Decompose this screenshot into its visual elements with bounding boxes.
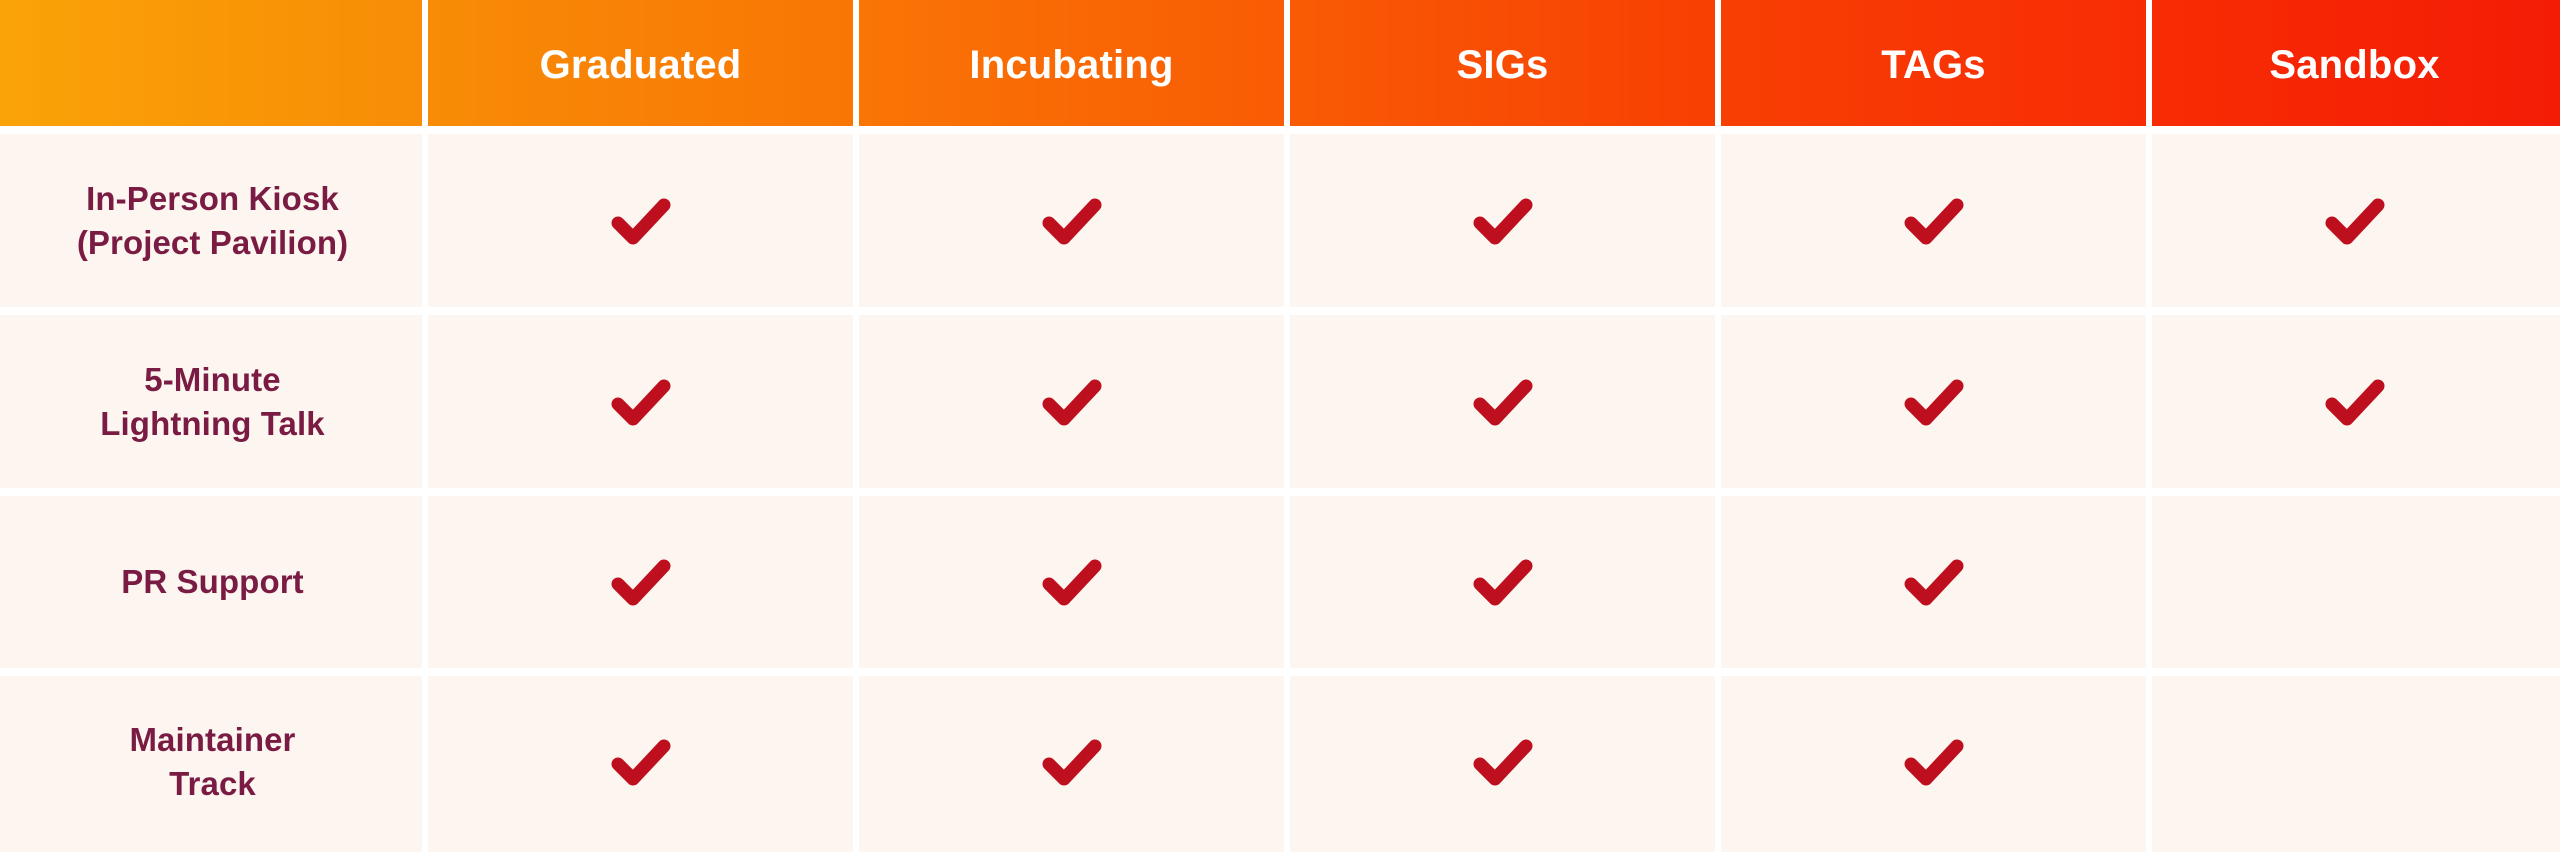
check-icon [611, 379, 670, 425]
check-icon [2325, 379, 2384, 425]
check-icon [1042, 739, 1101, 786]
cell-pr-tags [1715, 488, 2149, 672]
cell-maintainer-sandbox [2146, 668, 2560, 852]
check-icon [1042, 198, 1101, 244]
table-row: 5-Minute Lightning Talk [0, 307, 425, 492]
check-icon [611, 739, 670, 786]
cell-maintainer-tags [1715, 668, 2149, 852]
check-icon [1904, 379, 1963, 425]
check-icon [1904, 739, 1963, 786]
check-icon [1473, 198, 1532, 244]
column-header-tags[interactable]: TAGs [1715, 0, 2149, 130]
table-row: In-Person Kiosk (Project Pavilion) [0, 126, 425, 311]
column-header-label: TAGs [1881, 43, 1986, 87]
project-benefits-comparison-table: Graduated Incubating SIGs TAGs Sandbox I… [0, 0, 2560, 852]
cell-kiosk-graduated [422, 126, 856, 311]
column-header-label: Sandbox [2269, 43, 2440, 87]
column-header-label: SIGs [1456, 43, 1549, 87]
check-icon [611, 559, 670, 606]
check-icon [1904, 198, 1963, 244]
cell-kiosk-tags [1715, 126, 2149, 311]
cell-lightning-incubating [853, 307, 1287, 492]
cell-lightning-sandbox [2146, 307, 2560, 492]
check-icon [1904, 559, 1963, 606]
table-header-corner [0, 0, 425, 130]
check-icon [1042, 559, 1101, 606]
cell-kiosk-incubating [853, 126, 1287, 311]
column-header-incubating[interactable]: Incubating [853, 0, 1287, 130]
cell-kiosk-sigs [1284, 126, 1718, 311]
cell-pr-sandbox [2146, 488, 2560, 672]
column-header-sandbox[interactable]: Sandbox [2146, 0, 2560, 130]
column-header-graduated[interactable]: Graduated [422, 0, 856, 130]
row-label-lightning-talk: 5-Minute Lightning Talk [100, 360, 325, 442]
row-label-pr-support: PR Support [121, 563, 304, 601]
cell-lightning-graduated [422, 307, 856, 492]
cell-pr-graduated [422, 488, 856, 672]
cell-maintainer-sigs [1284, 668, 1718, 852]
column-header-sigs[interactable]: SIGs [1284, 0, 1718, 130]
row-label-maintainer-track: Maintainer Track [129, 721, 296, 802]
cell-lightning-tags [1715, 307, 2149, 492]
cell-maintainer-incubating [853, 668, 1287, 852]
cell-lightning-sigs [1284, 307, 1718, 492]
table-row: PR Support [0, 488, 425, 672]
cell-kiosk-sandbox [2146, 126, 2560, 311]
check-icon [611, 198, 670, 244]
cell-pr-sigs [1284, 488, 1718, 672]
check-icon [1473, 739, 1532, 786]
check-icon [1473, 379, 1532, 425]
table-row: Maintainer Track [0, 668, 425, 852]
check-icon [1042, 379, 1101, 425]
check-icon [1473, 559, 1532, 606]
cell-pr-incubating [853, 488, 1287, 672]
check-icon [2325, 198, 2384, 244]
cell-maintainer-graduated [422, 668, 856, 852]
column-header-label: Graduated [539, 43, 742, 87]
row-label-in-person-kiosk: In-Person Kiosk (Project Pavilion) [76, 179, 349, 261]
column-header-label: Incubating [969, 43, 1174, 87]
